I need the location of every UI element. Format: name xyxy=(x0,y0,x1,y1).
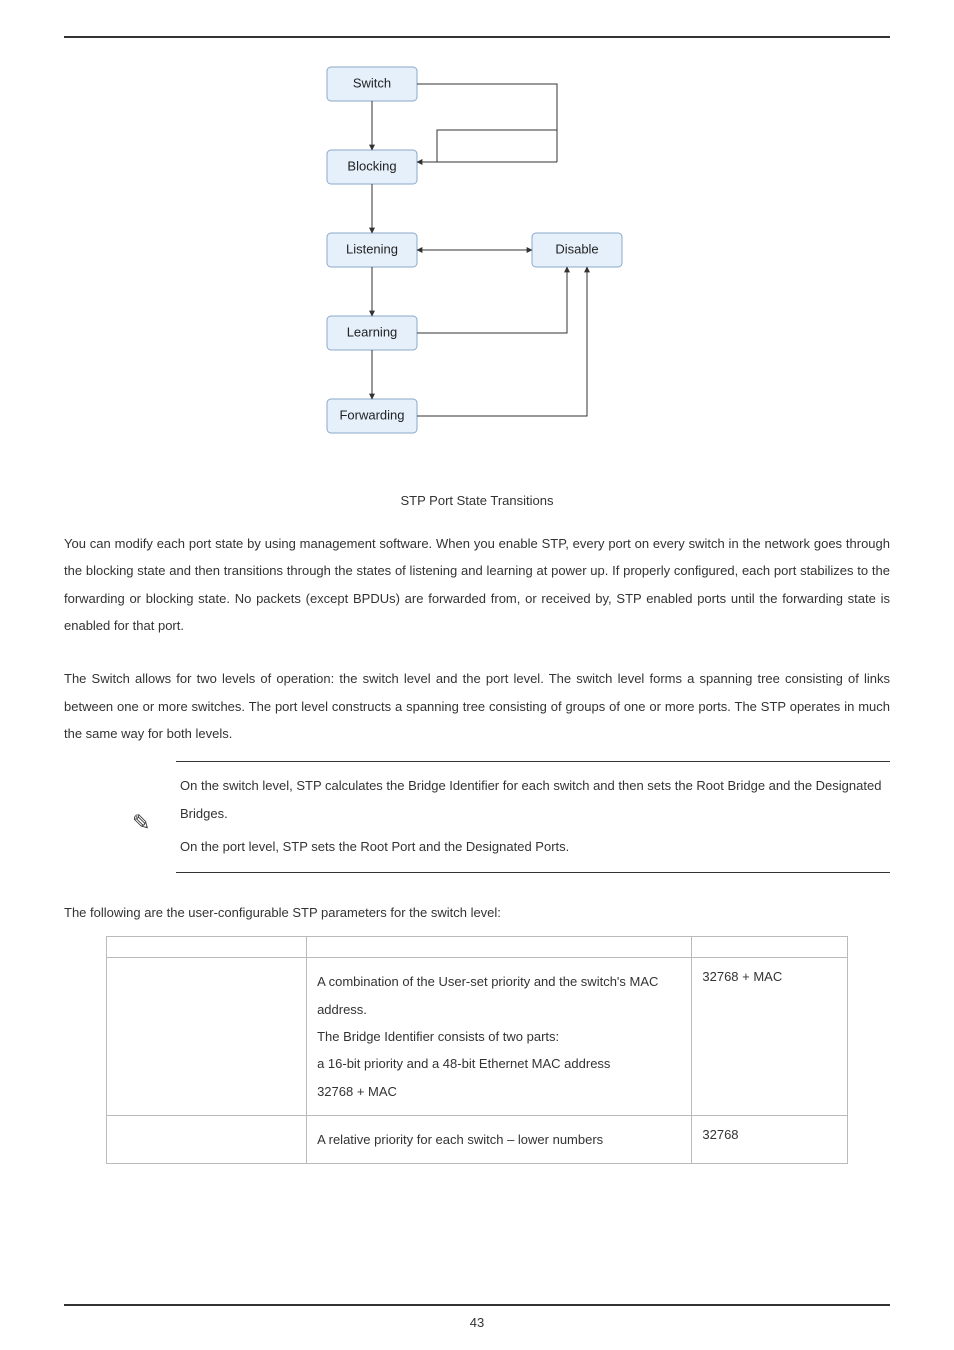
node-disable: Disable xyxy=(555,241,598,256)
paragraph-2: The Switch allows for two levels of oper… xyxy=(64,665,890,747)
page-number: 43 xyxy=(64,1314,890,1332)
node-switch: Switch xyxy=(353,75,391,90)
footer-rule xyxy=(64,1304,890,1306)
table-intro: The following are the user-configurable … xyxy=(64,899,890,926)
cell-desc: A combination of the User-set priority a… xyxy=(307,958,692,1115)
cell-default: 32768 + MAC xyxy=(692,958,848,1115)
page-footer: 43 xyxy=(64,1304,890,1332)
pencil-icon: ✎ xyxy=(132,808,150,839)
th-parameter xyxy=(107,937,307,958)
table-row: A relative priority for each switch – lo… xyxy=(107,1115,848,1163)
note-box: ✎ On the switch level, STP calculates th… xyxy=(176,761,890,873)
table-header-row xyxy=(107,937,848,958)
stp-state-diagram: Switch Blocking Listening Learning Forwa… xyxy=(297,62,657,482)
node-forwarding: Forwarding xyxy=(339,407,404,422)
cell-default: 32768 xyxy=(692,1115,848,1163)
note-line-1: On the switch level, STP calculates the … xyxy=(180,772,886,827)
th-description xyxy=(307,937,692,958)
note-line-2: On the port level, STP sets the Root Por… xyxy=(180,833,886,860)
th-default xyxy=(692,937,848,958)
stp-params-table: A combination of the User-set priority a… xyxy=(106,936,848,1164)
paragraph-1: You can modify each port state by using … xyxy=(64,530,890,639)
node-listening: Listening xyxy=(346,241,398,256)
diagram-caption: STP Port State Transitions xyxy=(64,492,890,510)
top-rule xyxy=(64,36,890,38)
node-blocking: Blocking xyxy=(347,158,396,173)
node-learning: Learning xyxy=(347,324,398,339)
cell-param xyxy=(107,958,307,1115)
cell-desc: A relative priority for each switch – lo… xyxy=(307,1115,692,1163)
cell-param xyxy=(107,1115,307,1163)
table-row: A combination of the User-set priority a… xyxy=(107,958,848,1115)
